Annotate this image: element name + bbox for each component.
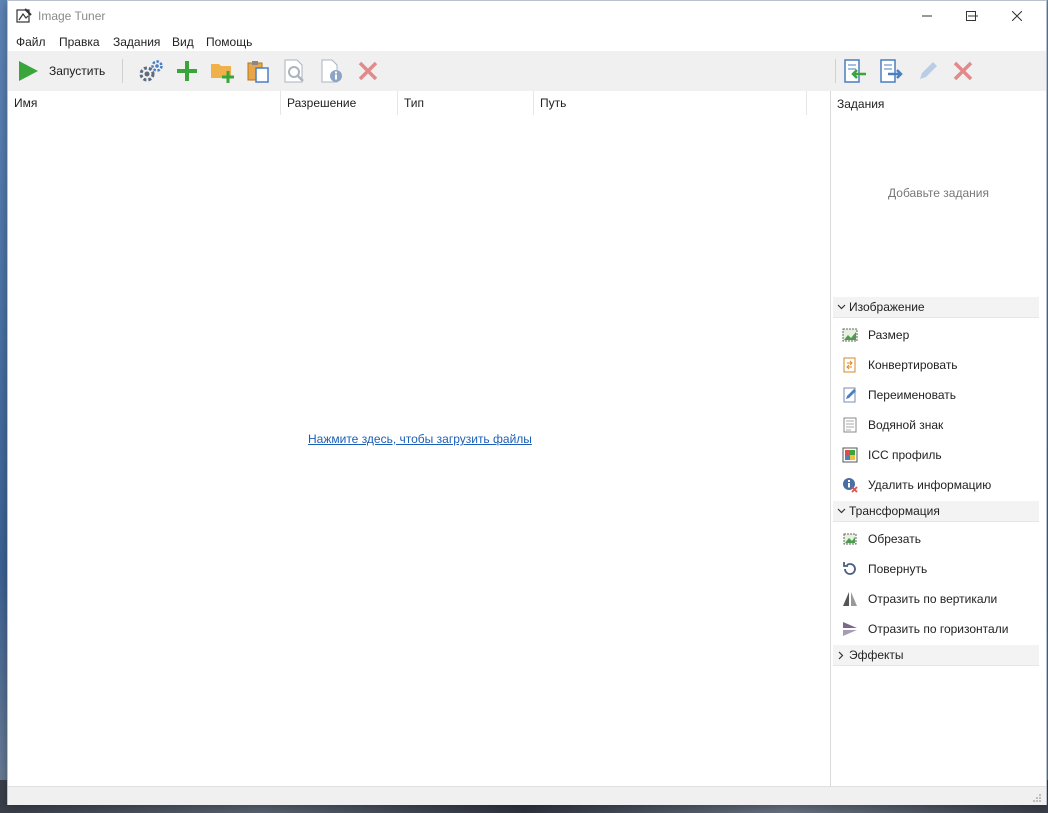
export-tasks-icon xyxy=(880,59,903,83)
watermark-icon xyxy=(841,416,859,434)
task-icc-profile[interactable]: ICC профиль xyxy=(841,443,942,467)
menu-view[interactable]: Вид xyxy=(172,35,194,49)
add-files-button[interactable] xyxy=(175,59,199,83)
add-folder-icon xyxy=(211,64,234,83)
chevron-right-icon xyxy=(833,651,849,660)
resize-grip-icon[interactable] xyxy=(1032,792,1042,802)
column-header-name[interactable]: Имя xyxy=(8,91,281,115)
task-crop[interactable]: Обрезать xyxy=(841,527,921,551)
menu-bar: Файл Правка Задания Вид Помощь xyxy=(8,31,1046,51)
flip-vertical-icon xyxy=(841,590,859,608)
task-rotate-label: Повернуть xyxy=(868,562,928,576)
resize-icon xyxy=(841,326,859,344)
task-watermark-label: Водяной знак xyxy=(868,418,944,432)
group-image-label: Изображение xyxy=(849,300,925,314)
task-rename[interactable]: Переименовать xyxy=(841,383,956,407)
run-label: Запустить xyxy=(49,64,106,78)
task-resize-label: Размер xyxy=(868,328,910,342)
edit-task-button[interactable] xyxy=(916,59,940,83)
tasks-empty-text: Добавьте задания xyxy=(888,186,989,200)
menu-edit[interactable]: Правка xyxy=(59,35,100,49)
import-tasks-button[interactable] xyxy=(842,59,868,83)
import-tasks-icon xyxy=(844,59,866,83)
menu-help[interactable]: Помощь xyxy=(206,35,252,49)
group-transform-label: Трансформация xyxy=(849,504,940,518)
remove-info-icon xyxy=(841,476,859,494)
menu-file[interactable]: Файл xyxy=(16,35,46,49)
icc-profile-icon xyxy=(841,446,859,464)
task-rotate[interactable]: Повернуть xyxy=(841,557,927,581)
delete-task-button[interactable] xyxy=(952,59,974,83)
preview-button[interactable] xyxy=(282,59,308,83)
app-window: Image Tuner Файл Правка Задания Вид Помо… xyxy=(7,0,1047,805)
rotate-icon xyxy=(841,560,859,578)
settings-icon xyxy=(139,60,163,82)
play-icon xyxy=(19,61,38,81)
rename-icon xyxy=(841,386,859,404)
run-button[interactable]: Запустить xyxy=(16,59,116,83)
task-rename-label: Переименовать xyxy=(868,388,956,402)
task-crop-label: Обрезать xyxy=(868,532,921,546)
flip-horizontal-icon xyxy=(841,620,859,638)
toolbar-separator-right xyxy=(835,59,836,83)
paste-icon xyxy=(247,61,269,83)
task-watermark[interactable]: Водяной знак xyxy=(841,413,943,437)
task-remove-info[interactable]: Удалить информацию xyxy=(841,473,991,497)
remove-icon xyxy=(358,61,378,81)
task-icc-profile-label: ICC профиль xyxy=(868,448,942,462)
task-remove-info-label: Удалить информацию xyxy=(868,478,992,492)
column-header-path[interactable]: Путь xyxy=(534,91,807,115)
task-convert[interactable]: Конвертировать xyxy=(841,353,958,377)
minimize-icon-btn[interactable] xyxy=(904,1,950,31)
file-info-button[interactable] xyxy=(319,59,345,83)
delete-task-icon xyxy=(953,61,973,81)
file-info-icon xyxy=(321,59,342,83)
toolbar-separator xyxy=(122,59,123,83)
close-window-button[interactable] xyxy=(994,1,1040,31)
export-tasks-button[interactable] xyxy=(878,59,904,83)
status-bar xyxy=(8,786,1046,805)
app-logo-icon xyxy=(16,8,32,24)
preview-icon xyxy=(284,59,304,83)
tasks-panel: Задания Добавьте задания Изображение Раз… xyxy=(831,91,1046,786)
crop-icon xyxy=(841,530,859,548)
add-files-icon xyxy=(177,61,197,81)
task-convert-label: Конвертировать xyxy=(868,358,958,372)
menu-tasks[interactable]: Задания xyxy=(113,35,160,49)
task-flip-horizontal-label: Отразить по горизонтали xyxy=(868,622,1009,636)
paste-button[interactable] xyxy=(246,59,272,83)
add-folder-button[interactable] xyxy=(210,59,236,83)
title-bar: Image Tuner xyxy=(8,1,1046,31)
group-image[interactable]: Изображение xyxy=(833,297,1039,318)
file-list-panel: Имя Разрешение Тип Путь Нажмите здесь, ч… xyxy=(8,91,830,786)
group-transform[interactable]: Трансформация xyxy=(833,501,1039,522)
group-effects-label: Эффекты xyxy=(849,648,904,662)
task-flip-vertical[interactable]: Отразить по вертикали xyxy=(841,587,997,611)
column-header-resolution[interactable]: Разрешение xyxy=(281,91,398,115)
toolbar: Запустить xyxy=(8,51,1046,91)
remove-files-button[interactable] xyxy=(357,59,379,83)
group-effects[interactable]: Эффекты xyxy=(833,645,1039,666)
chevron-down-icon xyxy=(833,304,849,310)
load-files-link[interactable]: Нажмите здесь, чтобы загрузить файлы xyxy=(308,432,532,446)
window-title: Image Tuner xyxy=(38,9,106,23)
task-flip-horizontal[interactable]: Отразить по горизонтали xyxy=(841,617,1008,641)
convert-icon xyxy=(841,356,859,374)
chevron-down-icon xyxy=(833,508,849,514)
column-header-type[interactable]: Тип xyxy=(398,91,534,115)
maximize-window-button[interactable] xyxy=(948,1,994,31)
task-flip-vertical-label: Отразить по вертикали xyxy=(868,592,998,606)
edit-task-icon xyxy=(920,62,937,79)
task-resize[interactable]: Размер xyxy=(841,323,909,347)
tasks-header: Задания xyxy=(837,97,885,111)
settings-button[interactable] xyxy=(138,59,164,83)
